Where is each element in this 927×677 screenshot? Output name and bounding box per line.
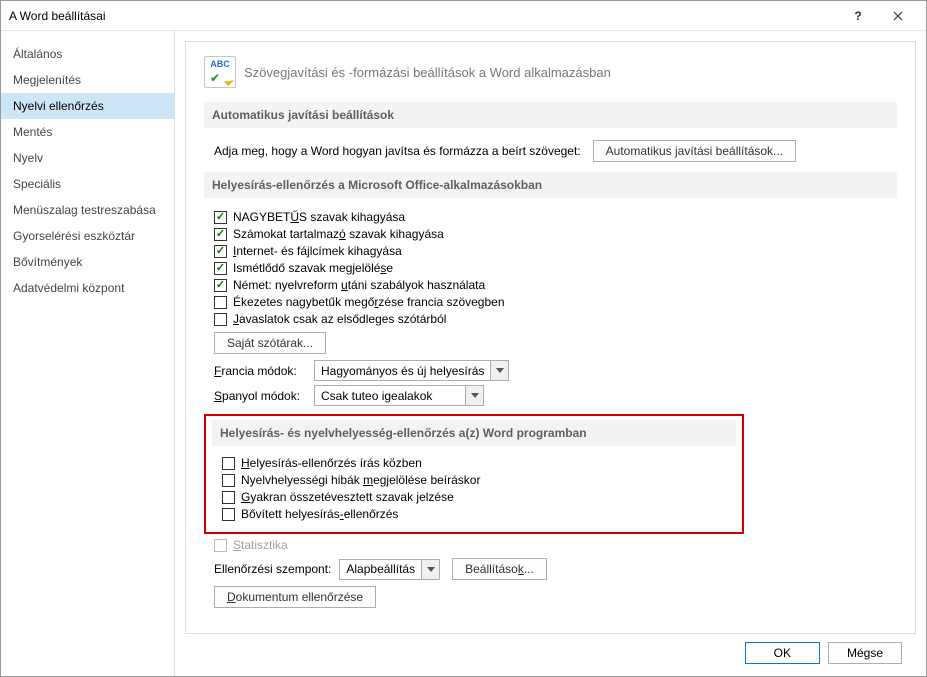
writing-style-label: Ellenőrzési szempont: bbox=[214, 562, 331, 576]
word-spell-section-title: Helyesírás- és nyelvhelyesség-ellenőrzés… bbox=[212, 420, 736, 446]
help-button[interactable]: ? bbox=[838, 1, 878, 31]
nav-language[interactable]: Nyelv bbox=[1, 145, 174, 171]
autocorrect-row: Adja meg, hogy a Word hogyan javítsa és … bbox=[214, 140, 897, 162]
nav-display[interactable]: Megjelenítés bbox=[1, 67, 174, 93]
autocorrect-section-title: Automatikus javítási beállítások bbox=[204, 102, 897, 128]
proofing-icon: ABC ✔ bbox=[204, 56, 236, 88]
spanish-modes-select[interactable]: Csak tuteo igealakok bbox=[314, 385, 484, 406]
checkbox-icon bbox=[214, 245, 227, 258]
nav-qat[interactable]: Gyorselérési eszköztár bbox=[1, 223, 174, 249]
chevron-down-icon bbox=[465, 386, 483, 405]
autocorrect-desc: Adja meg, hogy a Word hogyan javítsa és … bbox=[214, 144, 581, 158]
french-modes-label: Francia módok: bbox=[214, 364, 314, 378]
checkbox-icon bbox=[222, 457, 235, 470]
check-grammar-as-type[interactable]: Nyelvhelyességi hibák megjelölése beírás… bbox=[222, 473, 736, 487]
checkbox-icon bbox=[222, 508, 235, 521]
page-header-text: Szövegjavítási és -formázási beállítások… bbox=[244, 65, 611, 80]
category-sidebar: Általános Megjelenítés Nyelvi ellenőrzés… bbox=[1, 31, 175, 676]
office-spell-section-title: Helyesírás-ellenőrzés a Microsoft Office… bbox=[204, 172, 897, 198]
check-confused-words[interactable]: Gyakran összetévesztett szavak jelzése bbox=[222, 490, 736, 504]
nav-addins[interactable]: Bővítmények bbox=[1, 249, 174, 275]
dialog-title: A Word beállításai bbox=[9, 9, 838, 23]
nav-general[interactable]: Általános bbox=[1, 41, 174, 67]
checkbox-icon bbox=[214, 539, 227, 552]
checkbox-icon bbox=[214, 313, 227, 326]
page-header: ABC ✔ Szövegjavítási és -formázási beáll… bbox=[204, 56, 897, 88]
chevron-down-icon bbox=[490, 361, 508, 380]
check-repeated[interactable]: Ismétlődő szavak megjelölése bbox=[214, 261, 897, 275]
check-statistics: Statisztika bbox=[214, 538, 897, 552]
check-uppercase[interactable]: NAGYBETŰS szavak kihagyása bbox=[214, 210, 897, 224]
close-icon bbox=[893, 11, 903, 21]
checkbox-icon bbox=[214, 262, 227, 275]
writing-style-select[interactable]: Alapbeállítás bbox=[339, 559, 440, 580]
close-button[interactable] bbox=[878, 1, 918, 31]
cancel-button[interactable]: Mégse bbox=[828, 642, 902, 664]
highlighted-section: Helyesírás- és nyelvhelyesség-ellenőrzés… bbox=[204, 414, 744, 534]
check-german[interactable]: Német: nyelvreform utáni szabályok haszn… bbox=[214, 278, 897, 292]
grammar-settings-button[interactable]: Beállítások... bbox=[452, 558, 547, 580]
ok-button[interactable]: OK bbox=[745, 642, 820, 664]
recheck-document-button[interactable]: Dokumentum ellenőrzése bbox=[214, 586, 376, 608]
checkbox-icon bbox=[214, 279, 227, 292]
check-numbers[interactable]: Számokat tartalmazó szavak kihagyása bbox=[214, 227, 897, 241]
checkbox-icon bbox=[222, 474, 235, 487]
nav-proofing[interactable]: Nyelvi ellenőrzés bbox=[1, 93, 174, 119]
custom-dictionaries-button[interactable]: Saját szótárak... bbox=[214, 332, 326, 354]
french-modes-select[interactable]: Hagyományos és új helyesírás bbox=[314, 360, 509, 381]
checkbox-icon bbox=[214, 228, 227, 241]
check-extended-spell[interactable]: Bővített helyesírás-ellenőrzés bbox=[222, 507, 736, 521]
checkbox-icon bbox=[214, 211, 227, 224]
content-panel: ABC ✔ Szövegjavítási és -formázási beáll… bbox=[185, 41, 916, 634]
checkbox-icon bbox=[222, 491, 235, 504]
spanish-modes-label: Spanyol módok: bbox=[214, 389, 314, 403]
check-internet[interactable]: Internet- és fájlcímek kihagyása bbox=[214, 244, 897, 258]
nav-save[interactable]: Mentés bbox=[1, 119, 174, 145]
nav-advanced[interactable]: Speciális bbox=[1, 171, 174, 197]
check-spelling-as-type[interactable]: Helyesírás-ellenőrzés írás közben bbox=[222, 456, 736, 470]
checkbox-icon bbox=[214, 296, 227, 309]
content-wrap: ABC ✔ Szövegjavítási és -formázási beáll… bbox=[175, 31, 926, 676]
dialog-footer: OK Mégse bbox=[185, 634, 916, 676]
check-main-dict-only[interactable]: Javaslatok csak az elsődleges szótárból bbox=[214, 312, 897, 326]
chevron-down-icon bbox=[421, 560, 439, 579]
autocorrect-options-button[interactable]: Automatikus javítási beállítások... bbox=[593, 140, 796, 162]
titlebar: A Word beállításai ? bbox=[1, 1, 926, 31]
check-french-accent[interactable]: Ékezetes nagybetűk megőrzése francia szö… bbox=[214, 295, 897, 309]
nav-trust[interactable]: Adatvédelmi központ bbox=[1, 275, 174, 301]
nav-ribbon[interactable]: Menüszalag testreszabása bbox=[1, 197, 174, 223]
dialog-body: Általános Megjelenítés Nyelvi ellenőrzés… bbox=[1, 31, 926, 676]
word-options-dialog: A Word beállításai ? Általános Megjelení… bbox=[0, 0, 927, 677]
